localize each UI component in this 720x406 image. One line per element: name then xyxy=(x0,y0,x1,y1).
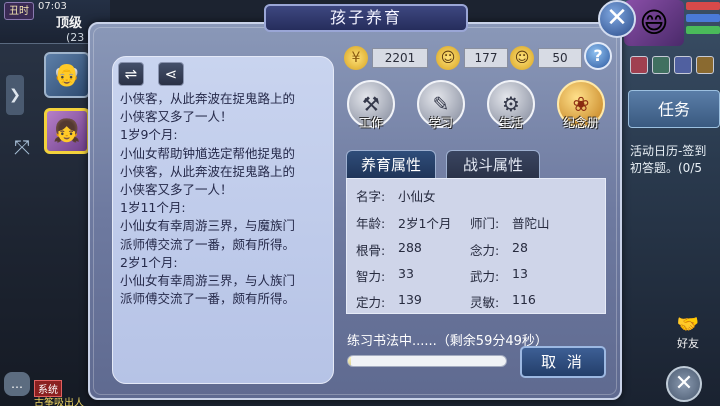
log-line: 小侠客，从此奔波在捉鬼路上的 xyxy=(120,91,296,106)
log-line: 派师傅交流了一番，颇有所得。 xyxy=(120,291,296,307)
intellect-value: 33 xyxy=(398,266,414,281)
buff-icon[interactable] xyxy=(674,56,692,74)
dialog-title: 孩子养育 xyxy=(264,4,468,32)
master-label: 师门: xyxy=(470,216,500,231)
age-value: 2岁1个月 xyxy=(398,216,452,231)
concentration-label: 定力: xyxy=(356,295,386,310)
quest-line: 活动日历-签到 xyxy=(630,144,707,158)
root-label: 根骨: xyxy=(356,243,386,258)
focus-value: 28 xyxy=(512,240,528,255)
study-button[interactable]: ✎ 学习 xyxy=(416,80,466,134)
album-button[interactable]: ❀ 纪念册 xyxy=(556,80,606,134)
cancel-button[interactable]: 取 消 xyxy=(520,346,606,378)
chat-line: 古筝吸出人 xyxy=(34,398,84,406)
friend-label: 好友 xyxy=(677,337,699,350)
buff-row xyxy=(630,56,714,74)
handshake-icon: 🤝 xyxy=(676,314,700,335)
root-value: 288 xyxy=(398,240,422,255)
quest-tracker[interactable]: 活动日历-签到 初答题。(0/5 xyxy=(630,143,720,177)
game-screen: 丑时 07:03 顶级 (23 ❯ 👴 👧 ⤧ … 系统 古筝吸出人 😄 任务 … xyxy=(0,0,720,406)
progress-bar xyxy=(347,355,507,367)
force-value: 13 xyxy=(512,266,528,281)
agility-label: 灵敏: xyxy=(470,295,500,310)
life-button[interactable]: ⚙ 生活 xyxy=(486,80,536,134)
mood-value: 50 xyxy=(538,48,582,68)
study-label: 学习 xyxy=(428,116,453,130)
log-line: 2岁1个月: xyxy=(120,254,178,270)
name-value: 小仙女 xyxy=(398,189,436,204)
swap-icon[interactable]: ⇌ xyxy=(118,62,144,86)
companion-portrait[interactable]: 👴 xyxy=(44,52,90,98)
status-bars xyxy=(686,2,720,42)
log-line: 小侠客，从此奔波在捉鬼路上的 xyxy=(120,163,296,179)
work-label: 工作 xyxy=(358,116,383,130)
agility-value: 116 xyxy=(512,292,536,307)
log-line: 1岁11个月: xyxy=(120,200,186,216)
time-badge: 丑时 xyxy=(4,2,34,20)
mood-icon: ☺ xyxy=(510,46,534,70)
focus-label: 念力: xyxy=(470,243,500,258)
work-button[interactable]: ⚒ 工作 xyxy=(346,80,396,134)
log-line: 小侠客又多了一人！ xyxy=(120,109,233,125)
coin-icon: ¥ xyxy=(344,46,368,70)
log-line: 1岁9个月: xyxy=(120,127,178,143)
event-log[interactable]: 小侠客，从此奔波在捉鬼路上的 小侠客又多了一人！ 1岁9个月: 小仙女帮助钟馗选定帮他… xyxy=(120,90,328,380)
album-label: 纪念册 xyxy=(562,116,599,130)
currency-coin: ¥ 2201 xyxy=(344,46,428,70)
expand-arrow-icon[interactable]: ❯ xyxy=(6,75,24,115)
task-button[interactable]: 任务 xyxy=(628,90,720,128)
quest-line: 初答题。(0/5 xyxy=(630,161,702,175)
child-portrait[interactable]: 👧 xyxy=(44,108,90,154)
map-name: 顶级 xyxy=(56,16,83,31)
intellect-label: 智力: xyxy=(356,269,386,284)
fullscreen-icon[interactable]: ⤧ xyxy=(8,133,36,161)
close-icon[interactable]: ✕ xyxy=(666,366,702,402)
hp-bar xyxy=(686,2,720,10)
buff-icon[interactable] xyxy=(696,56,714,74)
dialog-close-button[interactable]: ✕ xyxy=(598,0,636,38)
buff-icon[interactable] xyxy=(630,56,648,74)
master-value: 普陀山 xyxy=(512,216,550,231)
coords: (23 xyxy=(66,31,85,44)
log-line: 小侠客又多了一人！ xyxy=(120,182,233,198)
face-value: 177 xyxy=(464,48,508,68)
age-label: 年龄: xyxy=(356,216,386,231)
clock: 07:03 xyxy=(38,1,67,12)
face-icon: ☺ xyxy=(436,46,460,70)
currency-face: ☺ 177 xyxy=(436,46,508,70)
mp-bar xyxy=(686,14,720,22)
life-label: 生活 xyxy=(498,116,523,130)
tab-combat-attributes[interactable]: 战斗属性 xyxy=(446,150,540,180)
help-icon[interactable]: ? xyxy=(584,42,612,70)
progress-status: 练习书法中......（剩余59分49秒） xyxy=(347,334,548,349)
concentration-value: 139 xyxy=(398,292,422,307)
friend-button[interactable]: 🤝 好友 xyxy=(668,314,708,350)
name-label: 名字: xyxy=(356,189,386,204)
currency-mood: ☺ 50 xyxy=(510,46,582,70)
buff-icon[interactable] xyxy=(652,56,670,74)
log-line: 小仙女帮助钟馗选定帮他捉鬼的 xyxy=(120,145,296,161)
log-line: 派师傅交流了一番，颇有所得。 xyxy=(120,236,296,252)
force-label: 武力: xyxy=(470,269,500,284)
progress-fill xyxy=(348,356,352,366)
tab-raising-attributes[interactable]: 养育属性 xyxy=(346,150,436,180)
coin-value: 2201 xyxy=(372,48,428,68)
log-line: 小仙女有幸周游三界，与人族门 xyxy=(120,273,296,289)
chat-icon[interactable]: … xyxy=(4,372,30,396)
share-icon[interactable]: ⋖ xyxy=(158,62,184,86)
log-line: 小仙女有幸周游三界，与魔族门 xyxy=(120,218,296,234)
sp-bar xyxy=(686,26,720,34)
